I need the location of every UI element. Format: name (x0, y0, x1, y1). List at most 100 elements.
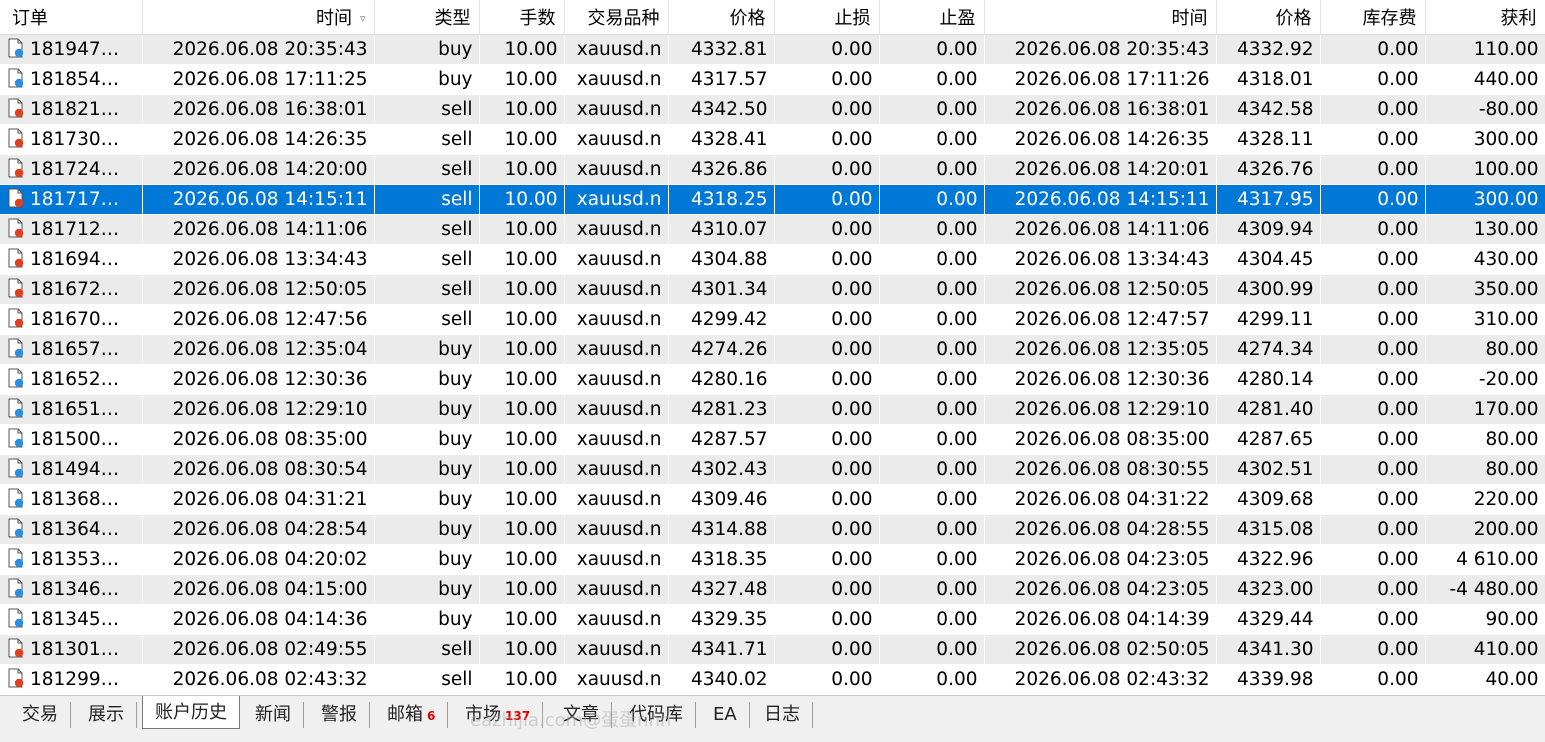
table-row[interactable]: 181670… 2026.06.08 12:47:56 sell 10.00 xauus… (0, 304, 1545, 335)
table-row[interactable]: 181694… 2026.06.08 13:34:43 sell 10.00 xauus… (0, 244, 1545, 275)
order-cell: 181657… (0, 334, 143, 365)
type-cell: buy (374, 64, 480, 95)
tab-label: EA (713, 704, 737, 725)
order-cell: 181821… (0, 94, 143, 125)
tab-mailbox[interactable]: 邮箱 6 (375, 702, 449, 728)
stop-loss-cell: 0.00 (774, 664, 880, 695)
tab-articles[interactable]: 文章 (551, 702, 612, 728)
tab-exposure[interactable]: 展示 (76, 702, 137, 728)
close-price-cell: 4329.44 (1216, 604, 1321, 635)
profit-cell: 110.00 (1425, 34, 1545, 65)
tab-code-base[interactable]: 代码库 (617, 702, 696, 728)
order-id: 181346… (30, 579, 120, 600)
column-header-order[interactable]: 订单 (0, 0, 143, 35)
tab-journal[interactable]: 日志 (752, 702, 813, 728)
column-header-close-price[interactable]: 价格 (1216, 0, 1321, 35)
tab-experts[interactable]: EA (701, 702, 750, 728)
close-price-cell: 4339.98 (1216, 664, 1321, 695)
price-cell: 4309.46 (668, 484, 775, 515)
profit-cell: 80.00 (1425, 334, 1545, 365)
table-row[interactable]: 181301… 2026.06.08 02:49:55 sell 10.00 xauus… (0, 634, 1545, 665)
table-row[interactable]: 181821… 2026.06.08 16:38:01 sell 10.00 xauus… (0, 94, 1545, 125)
table-row[interactable]: 181346… 2026.06.08 04:15:00 buy 10.00 xauusd… (0, 574, 1545, 605)
swap-cell: 0.00 (1320, 274, 1426, 305)
table-row[interactable]: 181494… 2026.06.08 08:30:54 buy 10.00 xauusd… (0, 454, 1545, 485)
column-header-type[interactable]: 类型 (374, 0, 480, 35)
tab-market[interactable]: 市场 137 (453, 702, 544, 728)
table-row[interactable]: 181854… 2026.06.08 17:11:25 buy 10.00 xauusd… (0, 64, 1545, 95)
column-header-stop-loss[interactable]: 止损 (774, 0, 880, 35)
price-cell: 4299.42 (668, 304, 775, 335)
symbol-cell: xauusd.n (564, 214, 669, 245)
table-row[interactable]: 181500… 2026.06.08 08:35:00 buy 10.00 xauusd… (0, 424, 1545, 455)
stop-loss-cell: 0.00 (774, 214, 880, 245)
profit-cell: 410.00 (1425, 634, 1545, 665)
close-time-cell: 2026.06.08 17:11:26 (984, 64, 1217, 95)
tab-label: 日志 (764, 704, 800, 725)
table-row[interactable]: 181345… 2026.06.08 04:14:36 buy 10.00 xauusd… (0, 604, 1545, 635)
order-id: 181345… (30, 609, 120, 630)
volume-cell: 10.00 (479, 274, 565, 305)
profit-cell: 300.00 (1425, 124, 1545, 155)
price-cell: 4301.34 (668, 274, 775, 305)
stop-loss-cell: 0.00 (774, 124, 880, 155)
profit-cell: 130.00 (1425, 214, 1545, 245)
stop-loss-cell: 0.00 (774, 364, 880, 395)
type-cell: sell (374, 214, 480, 245)
symbol-cell: xauusd.n (564, 154, 669, 185)
table-row[interactable]: 181657… 2026.06.08 12:35:04 buy 10.00 xauusd… (0, 334, 1545, 365)
take-profit-cell: 0.00 (879, 394, 985, 425)
table-row[interactable]: 181651… 2026.06.08 12:29:10 buy 10.00 xauusd… (0, 394, 1545, 425)
take-profit-cell: 0.00 (879, 244, 985, 275)
close-price-cell: 4341.30 (1216, 634, 1321, 665)
column-header-swap[interactable]: 库存费 (1320, 0, 1426, 35)
symbol-cell: xauusd.n (564, 454, 669, 485)
volume-cell: 10.00 (479, 364, 565, 395)
table-row[interactable]: 181672… 2026.06.08 12:50:05 sell 10.00 xauus… (0, 274, 1545, 305)
table-row[interactable]: 181712… 2026.06.08 14:11:06 sell 10.00 xauus… (0, 214, 1545, 245)
type-cell: buy (374, 604, 480, 635)
column-header-time[interactable]: 时间 ▿ (142, 0, 375, 35)
table-row[interactable]: 181368… 2026.06.08 04:31:21 buy 10.00 xauusd… (0, 484, 1545, 515)
close-price-cell: 4299.11 (1216, 304, 1321, 335)
column-header-close-time[interactable]: 时间 (984, 0, 1217, 35)
column-header-profit[interactable]: 获利 (1425, 0, 1545, 35)
price-cell: 4281.23 (668, 394, 775, 425)
table-row[interactable]: 181947… 2026.06.08 20:35:43 buy 10.00 xauusd… (0, 34, 1545, 65)
table-row[interactable]: 181299… 2026.06.08 02:43:32 sell 10.00 xauus… (0, 664, 1545, 695)
table-row[interactable]: 181717… 2026.06.08 14:15:11 sell 10.00 xauus… (0, 184, 1545, 215)
tab-news[interactable]: 新闻 (243, 702, 304, 728)
volume-cell: 10.00 (479, 574, 565, 605)
volume-cell: 10.00 (479, 664, 565, 695)
table-row[interactable]: 181652… 2026.06.08 12:30:36 buy 10.00 xauusd… (0, 364, 1545, 395)
table-row[interactable]: 181724… 2026.06.08 14:20:00 sell 10.00 xauus… (0, 154, 1545, 185)
tab-alerts[interactable]: 警报 (309, 702, 370, 728)
column-header-symbol[interactable]: 交易品种 (564, 0, 669, 35)
close-time-cell: 2026.06.08 02:50:05 (984, 634, 1217, 665)
column-header-take-profit[interactable]: 止盈 (879, 0, 985, 35)
take-profit-cell: 0.00 (879, 664, 985, 695)
sell-order-icon (8, 278, 24, 298)
table-row[interactable]: 181353… 2026.06.08 04:20:02 buy 10.00 xauusd… (0, 544, 1545, 575)
account-history-table-wrap: 订单 时间 ▿ 类型 手数 交易品种 价格 止损 止盈 时间 价格 库存费 获利 … (0, 0, 1545, 695)
order-id: 181494… (30, 459, 120, 480)
symbol-cell: xauusd.n (564, 244, 669, 275)
stop-loss-cell: 0.00 (774, 634, 880, 665)
time-cell: 2026.06.08 02:49:55 (142, 634, 375, 665)
table-header-row: 订单 时间 ▿ 类型 手数 交易品种 价格 止损 止盈 时间 价格 库存费 获利 (0, 0, 1545, 35)
profit-cell: 300.00 (1425, 184, 1545, 215)
column-header-volume[interactable]: 手数 (479, 0, 565, 35)
volume-cell: 10.00 (479, 244, 565, 275)
take-profit-cell: 0.00 (879, 574, 985, 605)
swap-cell: 0.00 (1320, 154, 1426, 185)
time-cell: 2026.06.08 20:35:43 (142, 34, 375, 65)
close-price-cell: 4317.95 (1216, 184, 1321, 215)
profit-cell: 80.00 (1425, 424, 1545, 455)
table-row[interactable]: 181730… 2026.06.08 14:26:35 sell 10.00 xauus… (0, 124, 1545, 155)
tab-account-history[interactable]: 账户历史 (142, 696, 240, 729)
table-row[interactable]: 181364… 2026.06.08 04:28:54 buy 10.00 xauusd… (0, 514, 1545, 545)
column-header-price[interactable]: 价格 (668, 0, 775, 35)
column-header-label: 手数 (519, 8, 556, 29)
type-cell: sell (374, 184, 480, 215)
tab-trade[interactable]: 交易 (10, 702, 71, 728)
